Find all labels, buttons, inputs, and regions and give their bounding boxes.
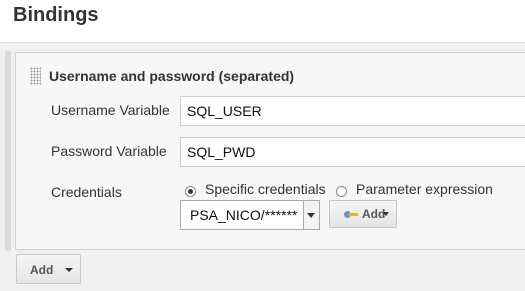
binding-panel: Username and password (separated) Userna… — [15, 52, 525, 250]
username-variable-label: Username Variable — [51, 102, 170, 118]
dropdown-caret-icon — [65, 268, 73, 272]
drag-handle-icon[interactable] — [30, 67, 41, 85]
add-credentials-label: Add — [362, 207, 386, 221]
specific-credentials-label[interactable]: Specific credentials — [205, 181, 326, 197]
section-strip — [5, 51, 11, 251]
specific-credentials-radio[interactable] — [185, 186, 196, 197]
password-variable-label: Password Variable — [51, 143, 167, 159]
username-variable-input[interactable] — [180, 96, 525, 126]
parameter-expression-label[interactable]: Parameter expression — [356, 181, 493, 197]
dropdown-caret-icon — [383, 212, 389, 216]
password-variable-input[interactable] — [180, 137, 525, 167]
add-binding-label: Add — [30, 263, 54, 277]
parameter-expression-radio[interactable] — [336, 186, 347, 197]
bindings-container: Username and password (separated) Userna… — [0, 42, 525, 291]
add-credentials-button[interactable]: Add — [329, 200, 397, 228]
credentials-select-value: PSA_NICO/****** — [190, 207, 298, 223]
chevron-down-icon[interactable] — [303, 201, 319, 229]
credentials-select[interactable]: PSA_NICO/****** — [180, 200, 320, 230]
binding-title: Username and password (separated) — [49, 68, 295, 84]
credentials-label: Credentials — [51, 184, 122, 200]
key-icon — [344, 211, 358, 218]
page-title: Bindings — [13, 4, 99, 26]
add-binding-button[interactable]: Add — [16, 254, 81, 284]
